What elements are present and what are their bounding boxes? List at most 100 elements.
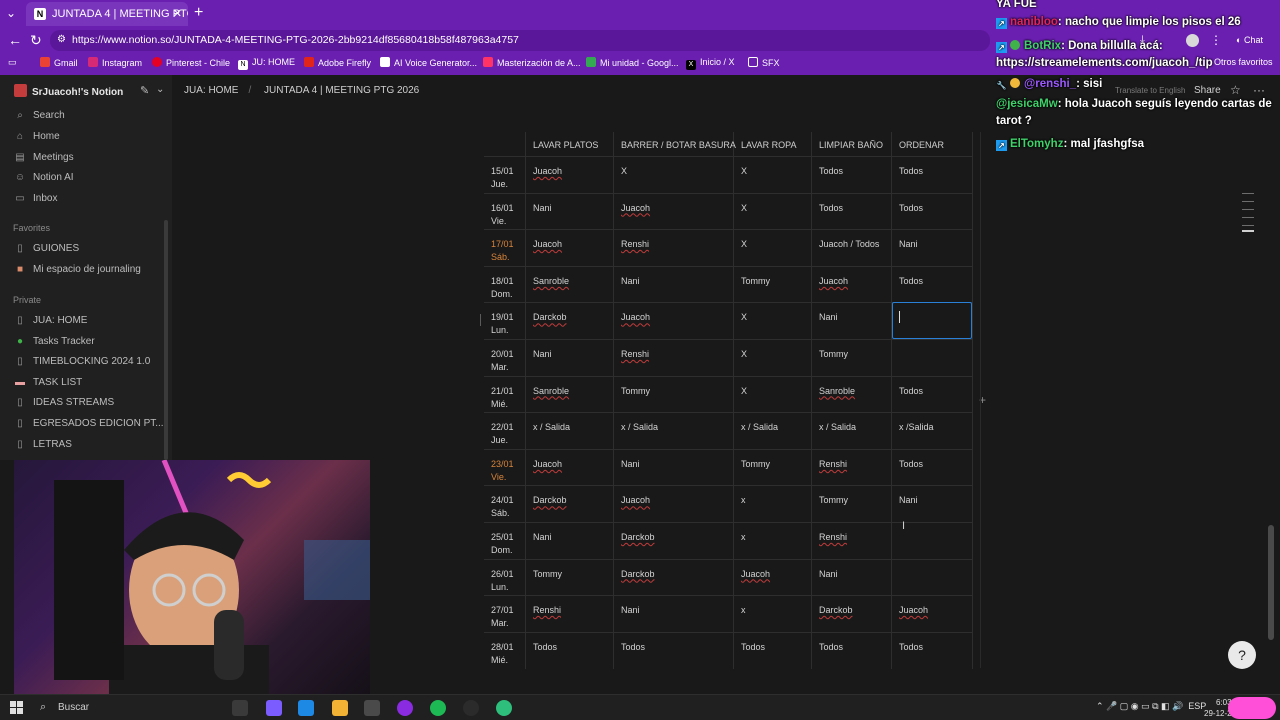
breadcrumb-item[interactable]: JUNTADA 4 | MEETING PTG 2026	[264, 85, 419, 96]
windows-start-icon[interactable]	[10, 701, 23, 714]
selected-cell[interactable]	[892, 302, 972, 339]
calculator-icon[interactable]	[364, 700, 380, 716]
tab-menu-chevron-icon[interactable]: ⌄	[6, 6, 16, 20]
table-cell[interactable]: Nani	[614, 596, 734, 633]
table-cell[interactable]: Todos	[892, 376, 973, 413]
sidebar-item-egresados[interactable]: ▯ EGRESADOS EDICION PT...	[14, 418, 163, 429]
table-cell[interactable]: X	[734, 157, 812, 193]
table-cell[interactable]: x	[734, 523, 812, 559]
table-cell[interactable]: Sanroble	[812, 376, 892, 413]
table-cell[interactable]: Darckob	[614, 523, 734, 559]
table-cell[interactable]: Juacoh	[614, 193, 734, 230]
sidebar-item-meetings[interactable]: ▤ Meetings	[14, 152, 73, 163]
table-cell[interactable]: Nani	[526, 340, 614, 376]
row-drag-handle[interactable]	[480, 314, 481, 326]
column-header[interactable]: ORDENAR	[892, 132, 973, 156]
bookmark-instagram[interactable]: Instagram	[88, 57, 142, 68]
table-cell[interactable]: Tommy	[734, 449, 812, 486]
table-cell[interactable]: Juacoh	[526, 449, 614, 486]
url-field[interactable]: ⚙ https://www.notion.so/JUNTADA-4-MEETIN…	[50, 30, 990, 51]
file-explorer-icon[interactable]	[332, 700, 348, 716]
bookmarks-toggle-icon[interactable]: ▭	[8, 57, 17, 68]
table-cell[interactable]: X	[614, 157, 734, 193]
table-cell[interactable]: Nani	[892, 486, 973, 523]
table-cell[interactable]: X	[734, 230, 812, 267]
date-cell[interactable]: 24/01 Sáb.	[484, 486, 526, 523]
table-cell[interactable]: x	[734, 596, 812, 633]
table-cell[interactable]: Nani	[614, 266, 734, 303]
date-cell[interactable]: 15/01 Jue.	[484, 157, 526, 193]
column-header[interactable]: BARRER / BOTAR BASURA	[614, 132, 736, 156]
bookmark-adobe-firefly[interactable]: Adobe Firefly	[304, 57, 371, 68]
sidebar-item-search[interactable]: ⌕ Search	[14, 110, 65, 121]
table-cell[interactable]	[892, 340, 973, 376]
date-cell[interactable]: 28/01 Mié.	[484, 632, 526, 669]
bookmark-sfx[interactable]: SFX	[748, 57, 780, 68]
table-cell[interactable]: Tommy	[614, 376, 734, 413]
date-cell[interactable]: 21/01 Mié.	[484, 376, 526, 413]
table-cell[interactable]: Todos	[892, 157, 973, 193]
sidebar-item-tasks-tracker[interactable]: ● Tasks Tracker	[14, 336, 95, 347]
bookmark-masterizacion[interactable]: Masterización de A...	[483, 57, 581, 68]
bookmark-x[interactable]: X Inicio / X	[686, 57, 735, 70]
table-cell[interactable]: Todos	[812, 193, 892, 230]
sidebar-item-inbox[interactable]: ▭ Inbox	[14, 193, 57, 204]
new-page-icon[interactable]: ✎	[140, 84, 149, 97]
table-cell[interactable]: X	[734, 376, 812, 413]
table-cell[interactable]: x / Salida	[812, 413, 892, 450]
bookmark-ai-voice[interactable]: AI Voice Generator...	[380, 57, 477, 68]
breadcrumb-item[interactable]: JUA: HOME	[184, 85, 238, 96]
date-cell[interactable]: 20/01 Mar.	[484, 340, 526, 376]
table-cell[interactable]: x / Salida	[526, 413, 614, 450]
table-cell[interactable]: Nani	[614, 449, 734, 486]
bookmark-pinterest[interactable]: Pinterest - Chile	[152, 57, 230, 68]
column-header[interactable]: LAVAR PLATOS	[526, 132, 614, 156]
sidebar-item-task-list[interactable]: ▬ TASK LIST	[14, 377, 82, 388]
table-cell[interactable]: x /Salida	[892, 413, 973, 450]
table-cell[interactable]: Darckob	[526, 303, 614, 340]
table-cell[interactable]: Juacoh	[614, 486, 734, 523]
table-cell[interactable]: Todos	[892, 266, 973, 303]
back-arrow-icon[interactable]: ←	[8, 32, 22, 48]
table-cell[interactable]: Nani	[892, 230, 973, 267]
table-cell[interactable]: X	[734, 193, 812, 230]
date-cell[interactable]: 26/01 Lun.	[484, 559, 526, 596]
sidebar-item-ideas-streams[interactable]: ▯ IDEAS STREAMS	[14, 397, 114, 408]
date-cell[interactable]: 27/01 Mar.	[484, 596, 526, 633]
table-cell[interactable]: X	[734, 303, 812, 340]
obs-icon[interactable]	[463, 700, 479, 716]
table-cell[interactable]: Tommy	[734, 266, 812, 303]
table-cell[interactable]: Todos	[526, 632, 614, 669]
sidebar-item-notion-ai[interactable]: ☺ Notion AI	[14, 172, 74, 183]
new-tab-plus-icon[interactable]: +	[194, 4, 203, 22]
table-cell[interactable]: Todos	[734, 632, 812, 669]
table-cell[interactable]: Darckob	[526, 486, 614, 523]
system-tray[interactable]: ⌃ 🎤 ▢ ◉ ▭ ⧉ ◧ 🔊 ESP	[1096, 701, 1206, 712]
outline-marker[interactable]	[1242, 193, 1254, 194]
column-header-date[interactable]	[484, 132, 526, 156]
table-cell[interactable]: Todos	[614, 632, 734, 669]
table-cell[interactable]: Sanroble	[526, 266, 614, 303]
edge-icon[interactable]	[298, 700, 314, 716]
table-cell[interactable]: Darckob	[614, 559, 734, 596]
site-info-icon[interactable]: ⚙	[57, 34, 66, 45]
browser-icon[interactable]	[397, 700, 413, 716]
table-cell[interactable]: Juacoh	[734, 559, 812, 596]
table-cell[interactable]: Todos	[892, 193, 973, 230]
sidebar-item-journaling[interactable]: ■ Mi espacio de journaling	[14, 264, 141, 275]
outline-marker[interactable]	[1242, 225, 1254, 226]
table-cell[interactable]	[892, 559, 973, 596]
page-scrollbar[interactable]	[1268, 525, 1274, 640]
table-cell[interactable]: Juacoh	[812, 266, 892, 303]
date-cell[interactable]: 23/01 Vie.	[484, 449, 526, 486]
date-cell[interactable]: 22/01 Jue.	[484, 413, 526, 450]
table-cell[interactable]: Juacoh / Todos	[812, 230, 892, 267]
date-cell[interactable]: 17/01 Sáb.	[484, 230, 526, 267]
date-cell[interactable]: 18/01 Dom.	[484, 266, 526, 303]
sidebar-item-letras[interactable]: ▯ LETRAS	[14, 439, 72, 450]
sidebar-item-timeblocking[interactable]: ▯ TIMEBLOCKING 2024 1.0	[14, 356, 150, 367]
date-cell[interactable]: 16/01 Vie.	[484, 193, 526, 230]
table-cell[interactable]: Renshi	[526, 596, 614, 633]
bookmark-gmail[interactable]: Gmail	[40, 57, 78, 68]
copilot-icon[interactable]	[266, 700, 282, 716]
